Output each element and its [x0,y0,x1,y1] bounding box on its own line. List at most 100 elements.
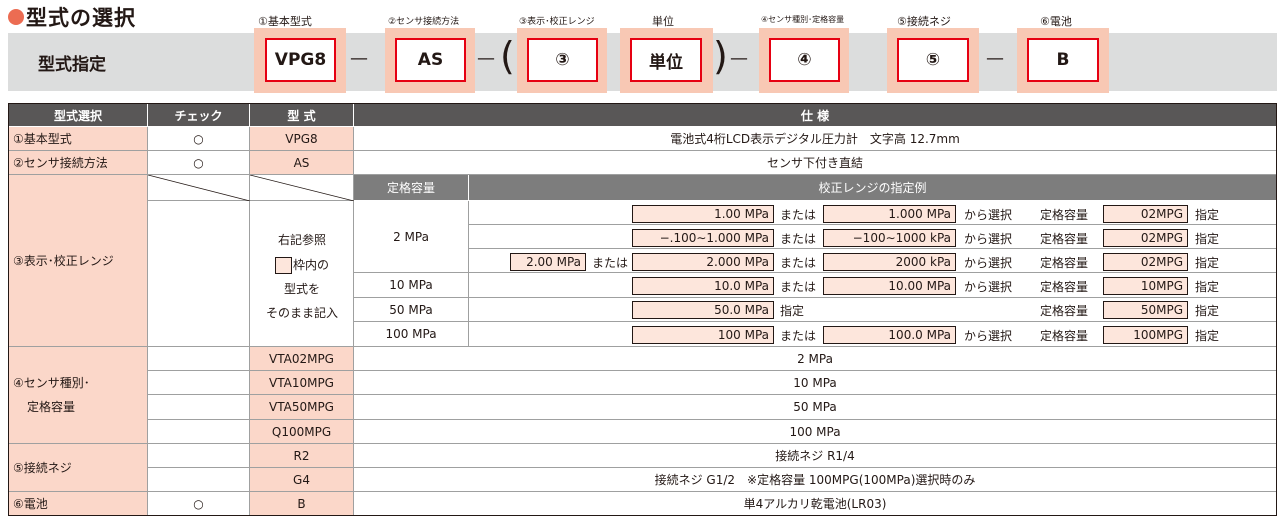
slot-thread[interactable]: ⑤ [897,38,969,82]
model-thread: G4 [250,468,354,492]
capacity-code[interactable]: 02MPG [1103,229,1188,247]
capacity-code[interactable]: 100MPG [1103,326,1188,344]
capacity-10mpa: 10 MPa [354,273,469,298]
range-option-b[interactable]: 100.0 MPa [823,326,956,344]
header-select: 型式選択 [9,104,148,127]
select-capacity-line1: ④センサ種別･ [13,376,90,390]
capacity-code[interactable]: 10MPG [1103,277,1188,295]
slot-label-basic: ①基本型式 [258,15,312,28]
check-empty [148,371,250,395]
range-option-a[interactable]: 1.00 MPa [632,205,774,223]
slot-basic-model[interactable]: VPG8 [265,38,336,82]
range-option-b[interactable]: 1.000 MPa [823,205,956,223]
bullet-dot-icon [8,9,24,25]
select-basic: ①基本型式 [9,127,148,151]
range-option-b[interactable]: 10.00 MPa [823,277,956,295]
check-circle-icon[interactable]: ○ [148,492,250,515]
rated-text: 定格容量 [1040,303,1089,318]
check-empty [148,420,250,444]
section-title: 型式の選択 [8,3,136,31]
check-empty [148,444,250,468]
header-spec: 仕 様 [354,104,1276,127]
slot-label-battery: ⑥電池 [1040,15,1072,28]
capacity-code[interactable]: 50MPG [1103,301,1188,319]
or-text: または [592,255,629,270]
slot-sensor-connection[interactable]: AS [395,38,466,82]
spec-capacity: 10 MPa [354,371,1276,395]
slot-sensor-capacity[interactable]: ④ [769,38,840,82]
or-text: または [780,279,817,294]
capacity-2mpa: 2 MPa [354,201,469,273]
note-line-3: 型式を [283,282,320,296]
range-option-a[interactable]: 2.000 MPa [632,253,774,271]
spec-capacity: 100 MPa [354,420,1276,444]
legend-box-icon [274,257,292,274]
specify-text: 指定 [1195,231,1220,246]
slot-label-range: ③表示･校正レンジ [519,17,595,27]
spec-capacity: 50 MPa [354,395,1276,420]
capacity-code[interactable]: 02MPG [1103,205,1188,223]
check-circle-icon[interactable]: ○ [148,151,250,175]
rated-text: 定格容量 [1040,328,1089,343]
rated-text: 定格容量 [1040,207,1089,222]
separator-dash: — [350,48,368,69]
rated-text: 定格容量 [1040,279,1089,294]
subheader-example: 校正レンジの指定例 [469,175,1276,201]
range-option-pre[interactable]: 2.00 MPa [510,253,586,271]
header-model: 型 式 [250,104,354,127]
or-text: または [780,207,817,222]
note-line-4: そのまま記入 [265,306,338,320]
capacity-100mpa: 100 MPa [354,322,469,347]
spec-thread: 接続ネジ R1/4 [354,444,1276,468]
note-line-2: 枠内の [247,256,357,274]
spec-basic: 電池式4桁LCD表示デジタル圧力計 文字高 12.7mm [354,127,1276,151]
open-paren: ( [500,34,515,78]
separator-dash: — [730,48,748,69]
model-capacity: VTA10MPG [250,371,354,395]
range-option-a[interactable]: 100 MPa [632,326,774,344]
model-basic: VPG8 [250,127,354,151]
capacity-50mpa: 50 MPa [354,298,469,322]
or-text: または [780,328,817,343]
select-battery: ⑥電池 [9,492,148,515]
check-empty [148,347,250,371]
choose-text: から選択 [964,328,1013,343]
rated-text: 定格容量 [1040,231,1089,246]
header-check: チェック [148,104,250,127]
slot-display-range[interactable]: ③ [527,38,598,82]
select-thread: ⑤接続ネジ [9,444,148,492]
spec-battery: 単4アルカリ乾電池(LR03) [743,497,887,511]
range-option-a[interactable]: −.100∼1.000 MPa [632,229,774,247]
or-text: または [780,255,817,270]
model-sensor: AS [250,151,354,175]
slot-battery[interactable]: B [1027,38,1099,82]
check-circle-icon[interactable]: ○ [148,127,250,151]
spec-sensor: センサ下付き直結 [354,151,1276,175]
range-option-a[interactable]: 50.0 MPa [632,301,774,319]
band-label: 型式指定 [38,55,106,75]
slot-label-thread: ⑤接続ネジ [897,15,951,28]
slot-label-unit: 単位 [652,15,674,28]
note-cell [250,201,354,347]
select-sensor: ②センサ接続方法 [9,151,148,175]
spec-capacity: 2 MPa [354,347,1276,371]
specify-text: 指定 [1195,303,1220,318]
range-option-b[interactable]: −100∼1000 kPa [823,229,956,247]
close-paren: ) [713,34,728,78]
slot-label-sensor: ②センサ接続方法 [388,17,460,27]
model-capacity: VTA02MPG [250,347,354,371]
range-option-a[interactable]: 10.0 MPa [632,277,774,295]
rated-text: 定格容量 [1040,255,1089,270]
subheader-capacity: 定格容量 [354,175,469,201]
choose-text: から選択 [964,231,1013,246]
slot-unit[interactable]: 単位 [630,38,702,82]
model-thread: R2 [250,444,354,468]
specify-text: 指定 [1195,328,1220,343]
specify-text: 指定 [1195,279,1220,294]
range-option-b[interactable]: 2000 kPa [823,253,956,271]
choose-text: から選択 [964,279,1013,294]
select-capacity-line2: 定格容量 [27,400,76,414]
capacity-code[interactable]: 02MPG [1103,253,1188,271]
check-empty [148,468,250,492]
diagonal-lines [148,175,354,201]
